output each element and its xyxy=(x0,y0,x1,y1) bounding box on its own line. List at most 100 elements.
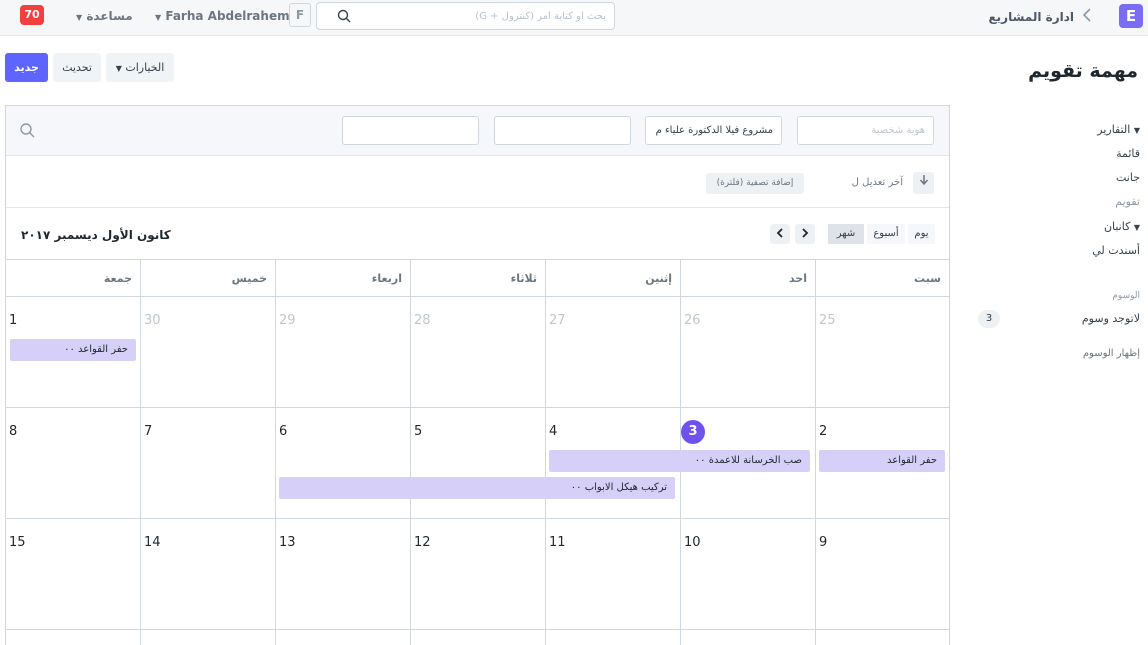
page-title: مهمة تقويم xyxy=(1028,60,1138,82)
add-filter-button[interactable]: إضافة تصفية (فلترة) xyxy=(706,173,804,194)
search-input[interactable] xyxy=(356,7,606,25)
sidebar-item-calendar[interactable]: تقويم xyxy=(1115,195,1140,208)
sidebar-item-label: كانبان xyxy=(1103,220,1131,233)
chevron-left-icon xyxy=(776,227,784,241)
day-cell[interactable]: 5 xyxy=(410,408,545,518)
user-name: Farha Abdelrahem xyxy=(165,9,290,23)
day-cell[interactable] xyxy=(545,630,680,645)
day-cell[interactable]: 8 xyxy=(6,408,140,518)
day-number: 2 xyxy=(819,424,828,439)
weekday-label: جمعة xyxy=(103,272,132,285)
sidebar-item-gantt[interactable]: جانت xyxy=(1116,171,1140,184)
search-icon[interactable] xyxy=(19,122,35,141)
filter-input-4[interactable] xyxy=(342,116,479,145)
day-cell[interactable]: 14 xyxy=(140,519,275,629)
calendar-week: 25 26 27 28 29 30 1 حفر القواعد ٠٠ xyxy=(6,297,949,408)
search-icon xyxy=(337,9,351,26)
day-number: 13 xyxy=(279,535,296,550)
refresh-button[interactable]: تحديث xyxy=(53,53,101,82)
notification-badge[interactable]: 70 xyxy=(20,5,44,25)
weekday-label: اربعاء xyxy=(275,260,410,298)
day-number: 10 xyxy=(684,535,701,550)
filter-input-3[interactable] xyxy=(494,116,631,145)
weekday-label: إثنين xyxy=(545,260,680,298)
day-cell[interactable]: 26 xyxy=(680,297,815,407)
day-number: 12 xyxy=(414,535,431,550)
day-number: 8 xyxy=(9,424,18,439)
day-cell[interactable] xyxy=(6,630,140,645)
day-cell[interactable]: 27 xyxy=(545,297,680,407)
calendar-toolbar: يوم أسبوع شهر كانون الأول ديسمبر ٢٠١٧ xyxy=(6,209,949,259)
sidebar-item-reports[interactable]: التقارير ▼ xyxy=(1097,123,1140,136)
caret-down-icon: ▼ xyxy=(76,13,83,22)
breadcrumb-chevron-icon xyxy=(1082,7,1092,27)
day-cell[interactable]: 6 xyxy=(275,408,410,518)
awesomebar[interactable] xyxy=(316,2,615,30)
weekday-label: ثلاثاء xyxy=(410,260,545,298)
day-cell[interactable] xyxy=(140,630,275,645)
day-number: 25 xyxy=(819,313,836,328)
sidebar-item-kanban[interactable]: كانبان ▼ xyxy=(1104,220,1140,233)
view-day-button[interactable]: يوم xyxy=(908,224,935,244)
day-cell[interactable]: 10 xyxy=(680,519,815,629)
show-tags-link[interactable]: إظهار الوسوم xyxy=(1083,348,1140,359)
sidebar-tags-heading: الوسوم xyxy=(1112,291,1140,301)
user-menu[interactable]: ▼ Farha Abdelrahem xyxy=(155,9,290,23)
breadcrumb-module[interactable]: ادارة المشاريع xyxy=(988,10,1074,24)
day-cell[interactable]: 15 xyxy=(6,519,140,629)
view-week-button[interactable]: أسبوع xyxy=(867,224,905,244)
day-cell[interactable] xyxy=(410,630,545,645)
day-cell[interactable]: 30 xyxy=(140,297,275,407)
day-cell[interactable]: 12 xyxy=(410,519,545,629)
day-cell[interactable] xyxy=(680,630,815,645)
weekday-label: سبت xyxy=(815,260,949,298)
app-logo[interactable]: E xyxy=(1119,4,1143,28)
sidebar-item-list[interactable]: قائمة xyxy=(1116,147,1140,160)
sidebar-item-label: التقارير xyxy=(1097,123,1131,136)
day-number: 6 xyxy=(279,424,288,439)
day-number: 9 xyxy=(819,535,828,550)
day-cell[interactable]: 9 xyxy=(815,519,949,629)
tag-count-badge: 3 xyxy=(978,310,1000,328)
calendar-week: 9 10 11 12 13 14 15 xyxy=(6,519,949,630)
day-number: 7 xyxy=(144,424,153,439)
new-button[interactable]: جديد xyxy=(5,53,48,82)
day-cell[interactable]: 11 xyxy=(545,519,680,629)
weekday-header: سبت احد إثنين ثلاثاء اربعاء خميس جمعة xyxy=(6,259,949,298)
day-cell[interactable] xyxy=(815,630,949,645)
day-number: 30 xyxy=(144,313,161,328)
day-number: 29 xyxy=(279,313,296,328)
sort-by-selector[interactable]: آخر تعديل ل xyxy=(852,177,903,188)
next-month-button[interactable] xyxy=(795,224,815,244)
options-button[interactable]: ▼ الخيارات xyxy=(106,53,174,82)
options-label: الخيارات xyxy=(125,61,165,74)
sidebar-item-no-tags[interactable]: لاتوجد وسوم xyxy=(1082,312,1140,325)
day-number: 27 xyxy=(549,313,566,328)
day-number: 26 xyxy=(684,313,701,328)
calendar-event[interactable]: تركيب هيكل الابواب ٠٠ xyxy=(279,477,675,499)
day-cell[interactable] xyxy=(275,630,410,645)
day-cell[interactable]: 28 xyxy=(410,297,545,407)
view-month-button[interactable]: شهر xyxy=(828,224,864,244)
day-cell[interactable]: 7 xyxy=(140,408,275,518)
calendar-event[interactable]: صب الخرسانة للاعمدة ٠٠ xyxy=(549,450,810,472)
day-number: 5 xyxy=(414,424,423,439)
sort-order-button[interactable] xyxy=(913,172,934,194)
today-marker: 3 xyxy=(681,420,705,444)
day-cell[interactable]: 29 xyxy=(275,297,410,407)
navbar: E ادارة المشاريع F ▼ Farha Abdelrahem ▼ … xyxy=(0,0,1148,36)
calendar-title: كانون الأول ديسمبر ٢٠١٧ xyxy=(21,228,171,242)
project-filter-input[interactable]: مشروع فيلا الدكتورة علياء م xyxy=(645,116,782,145)
user-avatar[interactable]: F xyxy=(289,3,311,27)
day-cell[interactable]: 13 xyxy=(275,519,410,629)
day-number: 11 xyxy=(549,535,566,550)
day-cell[interactable]: 25 xyxy=(815,297,949,407)
calendar-event[interactable]: حفر القواعد ٠٠ xyxy=(10,339,136,361)
calendar-event[interactable]: حفر القواعد xyxy=(819,450,945,472)
caret-down-icon: ▼ xyxy=(115,64,122,73)
help-menu[interactable]: ▼ مساعدة xyxy=(76,9,133,23)
id-filter-input[interactable]: هوية شخصية xyxy=(797,116,934,145)
prev-month-button[interactable] xyxy=(770,224,790,244)
calendar-grid: سبت احد إثنين ثلاثاء اربعاء خميس جمعة 25… xyxy=(6,259,949,645)
sidebar-item-assigned-to-me[interactable]: أسندت لي xyxy=(1092,244,1140,257)
